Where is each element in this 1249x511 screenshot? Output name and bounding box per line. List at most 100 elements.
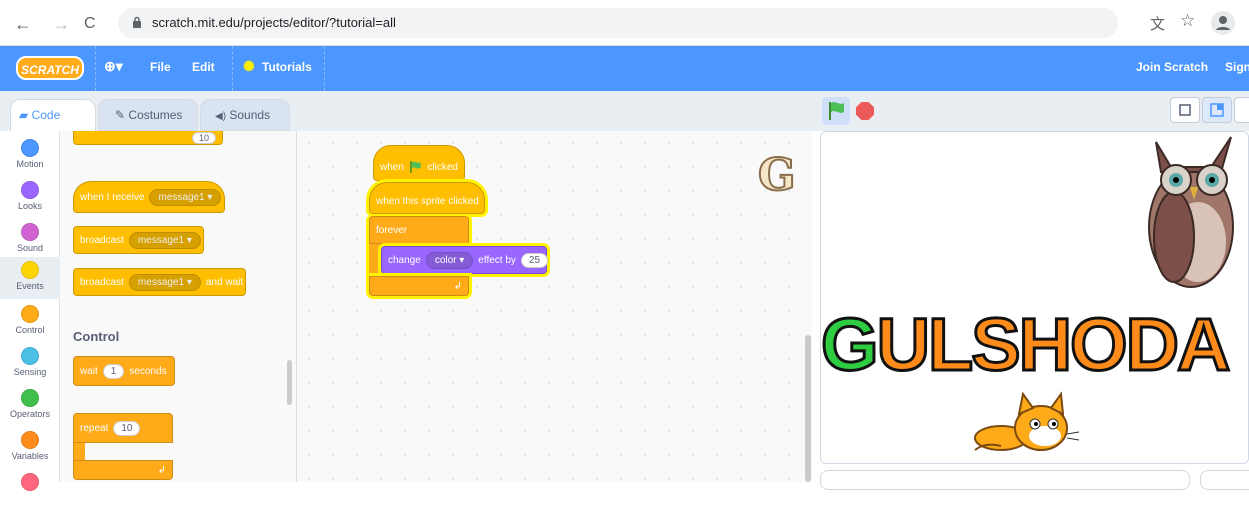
large-stage-icon <box>1210 103 1224 117</box>
sign-in-link[interactable]: Sign <box>1225 60 1249 74</box>
category-menu: Motion Looks Sound Events Control Sensin… <box>0 131 60 491</box>
star-icon[interactable]: ☆ <box>1180 11 1195 31</box>
join-scratch-link[interactable]: Join Scratch <box>1136 60 1208 74</box>
category-label: Motion <box>16 159 44 169</box>
sprite-g-thumbnail[interactable]: G <box>757 149 797 202</box>
myblocks-dot <box>21 473 39 491</box>
category-label: Events <box>16 281 44 291</box>
small-stage-icon <box>1179 104 1191 116</box>
stop-button[interactable] <box>856 102 874 120</box>
block-forever[interactable]: forever <box>369 216 469 244</box>
control-section-title: Control <box>73 329 120 344</box>
block-when-sprite-clicked[interactable]: when this sprite clicked <box>369 182 485 214</box>
brush-icon: ✎ <box>115 108 126 122</box>
block-label: seconds <box>129 365 167 377</box>
category-sound[interactable]: Sound <box>0 219 60 261</box>
lightbulb-icon: ✺ <box>243 58 255 74</box>
effect-value[interactable]: 25 <box>520 252 549 268</box>
fullscreen-button[interactable] <box>1234 97 1249 123</box>
tutorials-menu[interactable]: Tutorials <box>262 60 312 74</box>
title-letter: D <box>1124 302 1180 388</box>
tab-sounds-label: Sounds <box>229 108 271 122</box>
category-motion[interactable]: Motion <box>0 135 60 177</box>
language-menu[interactable]: ⊕▾ <box>104 58 123 75</box>
category-label: Operators <box>9 409 51 419</box>
scratch-logo[interactable]: SCRATCH <box>16 56 84 80</box>
block-repeat[interactable]: repeat 10 <box>73 413 173 443</box>
category-operators[interactable]: Operators <box>0 385 60 427</box>
title-letter: G <box>821 302 880 388</box>
menu-divider <box>324 46 325 91</box>
forward-button[interactable]: → <box>52 14 70 35</box>
url-text: scratch.mit.edu/projects/editor/?tutoria… <box>152 15 396 30</box>
edit-menu[interactable]: Edit <box>192 60 215 74</box>
stage-canvas[interactable]: GULSHODA <box>820 131 1249 464</box>
category-label: Sensing <box>13 367 47 377</box>
green-flag-button[interactable] <box>822 97 850 125</box>
block-label: when I receive <box>80 191 145 203</box>
block-label: forever <box>376 224 408 236</box>
translate-icon[interactable]: 文 <box>1150 13 1165 34</box>
back-button[interactable]: ← <box>14 14 32 35</box>
title-letter: U <box>875 302 931 388</box>
title-letter: S <box>970 302 1022 388</box>
operators-dot <box>21 389 39 407</box>
forever-footer: ↲ <box>369 276 469 296</box>
tab-code[interactable]: ▰ Code <box>10 99 96 131</box>
message-dropdown[interactable]: message1 ▾ <box>128 273 201 291</box>
category-label: Variables <box>11 451 49 461</box>
category-events[interactable]: Events <box>0 257 60 299</box>
loop-arrow-icon: ↲ <box>453 280 462 292</box>
profile-icon[interactable] <box>1211 11 1235 35</box>
events-dot <box>21 261 39 279</box>
script-scrollbar[interactable] <box>805 335 811 482</box>
block-label: and wait <box>205 276 244 288</box>
block-change-effect[interactable]: change color ▾ effect by 25 <box>381 246 549 274</box>
title-letter: A <box>1176 302 1232 388</box>
message-dropdown[interactable]: message1 ▾ <box>149 188 222 206</box>
owl-sprite[interactable] <box>1136 132 1246 292</box>
block-label: when this sprite clicked <box>376 195 479 207</box>
tab-costumes[interactable]: ✎ Costumes <box>98 99 198 131</box>
block-label: change <box>388 254 421 266</box>
palette-scrollbar[interactable] <box>287 360 292 405</box>
block-partial[interactable]: 10 <box>73 131 223 145</box>
block-broadcast[interactable]: broadcast message1 ▾ <box>73 226 204 254</box>
block-wait[interactable]: wait 1 seconds <box>73 356 175 386</box>
block-label: broadcast <box>80 276 124 288</box>
category-label: Control <box>15 325 45 335</box>
category-variables[interactable]: Variables <box>0 427 60 469</box>
green-flag-icon <box>410 161 421 173</box>
block-broadcast-and-wait[interactable]: broadcast message1 ▾ and wait <box>73 268 246 296</box>
title-letter: O <box>1069 302 1130 388</box>
wait-value[interactable]: 1 <box>102 363 125 379</box>
category-myblocks[interactable] <box>0 469 60 511</box>
small-stage-button[interactable] <box>1170 97 1200 123</box>
repeat-value[interactable]: 10 <box>113 420 141 436</box>
block-label: repeat <box>80 422 109 434</box>
cat-sprite[interactable] <box>971 390 1081 462</box>
category-sensing[interactable]: Sensing <box>0 343 60 385</box>
script-area[interactable] <box>297 131 812 482</box>
code-icon: ▰ <box>19 108 29 122</box>
block-when-flag-clicked[interactable]: when clicked <box>373 145 465 181</box>
tab-sounds[interactable]: ◀︎) Sounds <box>200 99 290 131</box>
category-control[interactable]: Control <box>0 301 60 343</box>
address-bar[interactable]: scratch.mit.edu/projects/editor/?tutoria… <box>118 8 1118 38</box>
sound-dot <box>21 223 39 241</box>
category-looks[interactable]: Looks <box>0 177 60 219</box>
effect-dropdown[interactable]: color ▾ <box>425 251 474 269</box>
block-when-i-receive[interactable]: when I receive message1 ▾ <box>73 181 225 213</box>
title-letter: L <box>927 302 975 388</box>
repeat-footer: ↲ <box>73 460 173 480</box>
menu-divider <box>95 46 96 91</box>
file-menu[interactable]: File <box>150 60 171 74</box>
reload-button[interactable]: C <box>84 15 96 33</box>
category-label: Sound <box>16 243 44 253</box>
message-dropdown[interactable]: message1 ▾ <box>128 231 201 249</box>
variables-dot <box>21 431 39 449</box>
editor-tabs: ▰ Code ✎ Costumes ◀︎) Sounds <box>0 91 812 131</box>
speaker-icon: ◀︎) <box>215 111 227 122</box>
large-stage-button[interactable] <box>1202 97 1232 123</box>
motion-dot <box>21 139 39 157</box>
